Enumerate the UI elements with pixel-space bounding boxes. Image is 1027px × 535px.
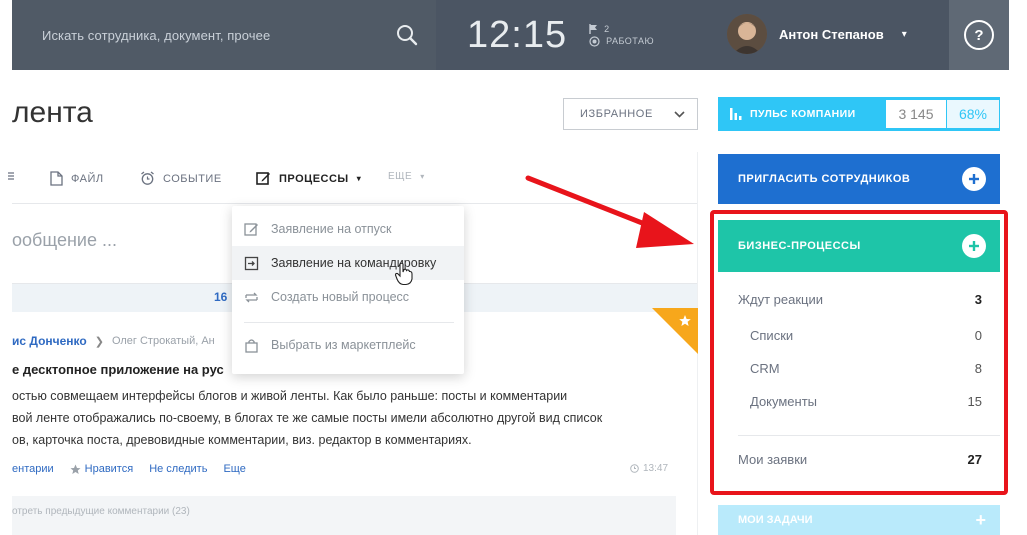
menu-item-vacation-request[interactable]: Заявление на отпуск — [232, 212, 464, 246]
chevron-down-icon[interactable]: ▾ — [902, 29, 907, 40]
menu-item-marketplace[interactable]: Выбрать из маркетплейс — [232, 328, 464, 362]
processes-dropdown: Заявление на отпуск Заявление на команди… — [232, 206, 464, 374]
new-posts-count[interactable]: 16 — [214, 290, 227, 304]
clock-icon — [630, 464, 639, 473]
star-icon — [70, 464, 81, 474]
search-box[interactable]: Искать сотрудника, документ, прочее — [12, 0, 436, 70]
annotation-arrow-icon — [525, 175, 694, 248]
bp-row-awaiting[interactable]: Ждут реакции 3 — [718, 292, 1000, 307]
business-processes-list: Ждут реакции 3 Списки 0 CRM 8 Документы 15 М… — [718, 272, 1000, 488]
help-icon[interactable]: ? — [964, 20, 994, 50]
toolbar-more[interactable]: ЕЩЕ ▾ — [388, 171, 425, 182]
top-bar: Искать сотрудника, документ, прочее 12:1… — [12, 0, 1009, 70]
chevron-down-icon: ▾ — [356, 174, 362, 183]
business-processes-header[interactable]: БИЗНЕС-ПРОЦЕССЫ — [718, 220, 1000, 272]
unfollow-link[interactable]: Не следить — [149, 463, 207, 475]
favorites-label: ИЗБРАННОЕ — [580, 108, 653, 120]
toolbar-event[interactable]: СОБЫТИЕ — [140, 171, 222, 186]
my-tasks-header[interactable]: МОИ ЗАДАЧИ + — [718, 505, 1000, 535]
bp-row-documents[interactable]: Документы 15 — [718, 394, 1000, 409]
my-tasks-label: МОИ ЗАДАЧИ — [738, 514, 813, 526]
menu-divider — [244, 322, 454, 323]
bp-row-lists[interactable]: Списки 0 — [718, 328, 1000, 343]
like-link[interactable]: Нравится — [70, 463, 133, 475]
post-actions: ентарии Нравится Не следить Еще 13:47 — [12, 463, 697, 475]
more-link[interactable]: Еще — [223, 463, 245, 475]
user-name[interactable]: Антон Степанов — [779, 27, 884, 42]
clock-block[interactable]: 12:15 2 РАБОТАЮ — [467, 0, 654, 70]
bag-icon — [245, 338, 258, 353]
edit-icon — [256, 172, 270, 185]
search-icon[interactable] — [396, 24, 418, 46]
post-body: остью совмещаем интерфейсы блогов и живо… — [12, 389, 603, 447]
invite-employees-button[interactable]: ПРИГЛАСИТЬ СОТРУДНИКОВ — [718, 154, 1000, 204]
chevron-right-icon: ❯ — [94, 335, 104, 348]
bp-title: БИЗНЕС-ПРОЦЕССЫ — [738, 240, 861, 252]
post-time: 13:47 — [630, 463, 668, 474]
pulse-label: ПУЛЬС КОМПАНИИ — [750, 108, 856, 120]
post-recipients[interactable]: Олег Строкатый, Ан — [112, 335, 215, 347]
company-pulse[interactable]: ПУЛЬС КОМПАНИИ 3 145 68% — [718, 97, 1000, 131]
toolbar-prev-fragment[interactable] — [8, 171, 14, 181]
menu-item-create-process[interactable]: Создать новый процесс — [232, 280, 464, 314]
favorite-star-icon[interactable] — [652, 308, 698, 354]
composer-placeholder[interactable]: ообщение ... — [12, 230, 117, 251]
toolbar-processes[interactable]: ПРОЦЕССЫ ▾ — [256, 171, 361, 186]
previous-comments[interactable]: отреть предыдущие комментарии (23) — [12, 496, 676, 535]
pulse-count: 3 145 — [886, 100, 946, 128]
alarm-clock-icon — [141, 171, 154, 185]
comments-link[interactable]: ентарии — [12, 463, 54, 475]
post-author[interactable]: ис Донченко — [12, 334, 87, 348]
refresh-icon — [245, 292, 258, 302]
lines-icon — [8, 172, 14, 180]
search-input[interactable]: Искать сотрудника, документ, прочее — [42, 28, 270, 43]
plus-icon[interactable] — [962, 167, 986, 191]
avatar[interactable] — [727, 14, 767, 54]
work-status-label: РАБОТАЮ — [606, 36, 655, 46]
toolbar-file[interactable]: ФАЙЛ — [50, 171, 104, 186]
enter-icon — [244, 256, 259, 270]
hand-cursor-icon — [394, 262, 413, 286]
bp-divider — [738, 435, 1000, 436]
menu-item-business-trip-request[interactable]: Заявление на командировку — [232, 246, 464, 280]
user-menu[interactable]: Антон Степанов ▾ — [727, 14, 907, 54]
flag-count: 2 — [604, 23, 610, 34]
file-icon — [50, 171, 63, 186]
chevron-down-icon — [674, 110, 685, 118]
page-title: лента — [12, 96, 93, 129]
plus-icon[interactable] — [962, 234, 986, 258]
bp-row-crm[interactable]: CRM 8 — [718, 361, 1000, 376]
help-area: ? — [949, 0, 1009, 70]
bar-chart-icon — [730, 108, 742, 120]
flag-icon — [589, 23, 598, 34]
work-status[interactable]: 2 РАБОТАЮ — [589, 23, 655, 47]
chevron-down-icon: ▾ — [420, 172, 425, 181]
favorites-dropdown[interactable]: ИЗБРАННОЕ — [563, 98, 698, 130]
avatar-image — [727, 14, 767, 54]
pulse-percent: 68% — [947, 100, 999, 128]
invite-label: ПРИГЛАСИТЬ СОТРУДНИКОВ — [738, 173, 911, 185]
clock: 12:15 — [467, 13, 568, 56]
plus-icon[interactable]: + — [975, 510, 986, 531]
edit-icon — [244, 222, 258, 236]
bp-row-my-requests[interactable]: Мои заявки 27 — [718, 452, 1000, 467]
record-icon — [589, 35, 600, 47]
